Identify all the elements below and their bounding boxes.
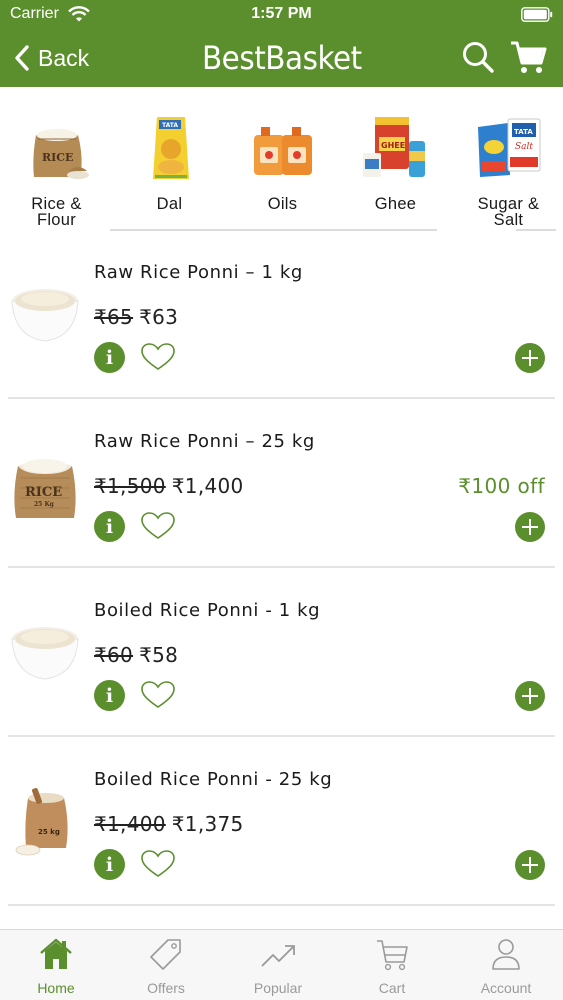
product-item[interactable]: Boiled Rice Ponni - 1 kg ₹60 ₹58 i	[0, 569, 563, 737]
tab-label: Account	[480, 980, 532, 996]
mrp-price: ₹60	[94, 643, 134, 667]
row-divider	[8, 566, 555, 568]
category-label-line1: Ghee	[374, 195, 417, 213]
add-to-cart-button[interactable]	[515, 850, 545, 880]
price-row: ₹1,400 ₹1,375	[94, 812, 244, 836]
product-name: Boiled Rice Ponni - 25 kg	[94, 769, 333, 790]
category-oils[interactable]: Oils	[226, 87, 339, 237]
category-label: Ghee	[339, 195, 452, 213]
rice-bag-thumbnail: 25 kg	[15, 788, 68, 856]
salt-brand-text: TATA	[514, 128, 533, 136]
battery-icon	[521, 7, 553, 22]
info-button[interactable]: i	[94, 680, 125, 711]
category-sugar-salt[interactable]: TATA Salt Sugar & Salt	[452, 87, 563, 237]
category-label-line2: Salt	[493, 211, 524, 229]
category-label: Rice & Flour	[0, 195, 113, 229]
tag-icon	[150, 939, 181, 970]
tab-label: Popular	[253, 980, 303, 996]
tab-account[interactable]: Account	[450, 930, 562, 1000]
sack-text: RICE	[42, 151, 73, 164]
category-label: Sugar & Salt	[452, 195, 563, 229]
status-time: 1:57 PM	[251, 5, 312, 22]
salt-word-text: Salt	[515, 142, 533, 152]
row-divider	[8, 735, 555, 737]
price-row: ₹60 ₹58	[94, 643, 178, 667]
category-rice-flour[interactable]: RICE Rice & Flour	[0, 87, 113, 237]
tab-cart[interactable]: Cart	[336, 930, 448, 1000]
category-label-line1: Dal	[156, 195, 183, 213]
sack-text: RICE	[25, 485, 62, 500]
sugar-salt-thumbnail: TATA Salt	[478, 118, 541, 177]
product-item[interactable]: Raw Rice Ponni – 1 kg ₹65 ₹63 i	[0, 231, 563, 399]
category-label: Oils	[226, 195, 339, 213]
dal-packet-thumbnail: TATA	[153, 117, 189, 179]
user-icon	[492, 939, 520, 970]
product-item[interactable]: 25 kg Boiled Rice Ponni - 25 kg ₹1,400 ₹1…	[0, 738, 563, 906]
tab-label: Home	[37, 980, 75, 996]
category-label-line1: Oils	[267, 195, 298, 213]
category-label-line2: Flour	[36, 211, 77, 229]
rice-sack-thumbnail: RICE	[33, 129, 89, 179]
sale-price: ₹63	[139, 305, 179, 329]
status-bar: Carrier 1:57 PM	[0, 0, 563, 30]
tab-label: Cart	[378, 980, 406, 996]
rice-sack-thumbnail: RICE 25 Kg	[14, 459, 76, 518]
product-name: Boiled Rice Ponni - 1 kg	[94, 600, 321, 621]
category-strip: RICE Rice & Flour TATA Dal Oils GHEE Ghe…	[0, 87, 563, 237]
heart-icon[interactable]	[140, 849, 176, 879]
add-to-cart-button[interactable]	[515, 343, 545, 373]
info-button[interactable]: i	[94, 511, 125, 542]
tab-popular[interactable]: Popular	[222, 930, 334, 1000]
oil-cans-thumbnail	[254, 127, 312, 175]
row-divider	[8, 904, 555, 906]
mrp-price: ₹1,400	[94, 812, 166, 836]
cart-icon[interactable]	[508, 38, 548, 76]
sale-price: ₹1,400	[171, 474, 244, 498]
mrp-price: ₹1,500	[94, 474, 166, 498]
home-icon	[40, 938, 72, 969]
ghee-tins-thumbnail: GHEE	[363, 117, 425, 177]
heart-icon[interactable]	[140, 680, 176, 710]
sack-weight-text: 25 Kg	[34, 501, 55, 508]
category-label-line1: Sugar &	[477, 195, 540, 213]
info-button[interactable]: i	[94, 849, 125, 880]
add-to-cart-button[interactable]	[515, 681, 545, 711]
discount-label: ₹100 off	[458, 474, 545, 498]
product-name: Raw Rice Ponni – 1 kg	[94, 262, 303, 283]
nav-bar: Back BestBasket	[0, 30, 563, 87]
dal-brand-text: TATA	[162, 122, 178, 129]
heart-icon[interactable]	[140, 342, 176, 372]
tab-home[interactable]: Home	[0, 930, 112, 1000]
category-dal[interactable]: TATA Dal	[113, 87, 226, 237]
info-button[interactable]: i	[94, 342, 125, 373]
rice-bowl-thumbnail	[11, 627, 79, 680]
add-to-cart-button[interactable]	[515, 512, 545, 542]
category-label: Dal	[113, 195, 226, 213]
mrp-price: ₹65	[94, 305, 134, 329]
tab-bar: Home Offers Popular Cart Account	[0, 929, 563, 1000]
category-ghee[interactable]: GHEE Ghee	[339, 87, 452, 237]
row-divider	[8, 397, 555, 399]
trending-icon	[261, 945, 295, 967]
tab-offers[interactable]: Offers	[110, 930, 222, 1000]
sale-price: ₹1,375	[171, 812, 244, 836]
heart-icon[interactable]	[140, 511, 176, 541]
price-row: ₹1,500 ₹1,400	[94, 474, 244, 498]
rice-bowl-thumbnail	[11, 289, 79, 342]
price-row: ₹65 ₹63	[94, 305, 178, 329]
cart-icon	[377, 940, 408, 971]
category-label-line1: Rice &	[31, 195, 82, 213]
product-name: Raw Rice Ponni – 25 kg	[94, 431, 315, 452]
ghee-brand-text: GHEE	[381, 141, 405, 150]
tab-label: Offers	[147, 980, 185, 996]
sale-price: ₹58	[139, 643, 179, 667]
product-item[interactable]: RICE 25 Kg Raw Rice Ponni – 25 kg ₹1,500…	[0, 400, 563, 568]
app-title-text: BestBasket	[201, 39, 362, 77]
bag-weight-text: 25 kg	[38, 828, 60, 836]
search-icon[interactable]	[460, 39, 496, 75]
